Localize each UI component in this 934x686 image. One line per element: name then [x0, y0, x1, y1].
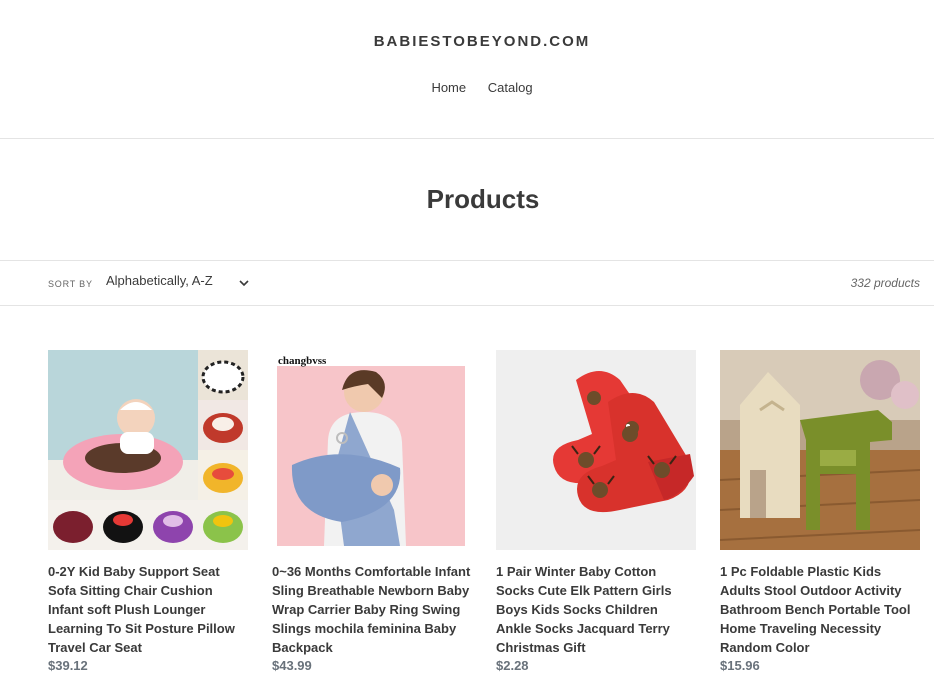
product-image[interactable]: changbvss [272, 350, 472, 550]
product-title[interactable]: 1 Pc Foldable Plastic Kids Adults Stool … [720, 562, 920, 657]
product-card[interactable]: 0-2Y Kid Baby Support Seat Sofa Sitting … [48, 350, 248, 673]
product-title[interactable]: 1 Pair Winter Baby Cotton Socks Cute Elk… [496, 562, 696, 657]
product-price: $15.96 [720, 658, 760, 673]
page-title: Products [426, 184, 540, 214]
product-title[interactable]: 0~36 Months Comfortable Infant Sling Bre… [272, 562, 472, 657]
site-header: BABIESTOBEYOND.COM Home Catalog [0, 0, 934, 139]
product-card[interactable]: changbvss 0~36 Months Comfortable Infant… [272, 350, 472, 673]
product-card[interactable]: 1 Pair Winter Baby Cotton Socks Cute Elk… [496, 350, 696, 673]
product-count: 332 products [850, 276, 920, 290]
product-title[interactable]: 0-2Y Kid Baby Support Seat Sofa Sitting … [48, 562, 248, 657]
sort-select[interactable]: Alphabetically, A-Z [106, 273, 213, 288]
sort-by-label: SORT BY [48, 279, 93, 289]
collection-filters-bar: SORT BY Alphabetically, A-Z 332 products [0, 260, 934, 306]
nav-link-catalog[interactable]: Catalog [488, 80, 533, 95]
nav-link-home[interactable]: Home [431, 80, 466, 95]
product-price: $39.12 [48, 658, 88, 673]
product-image[interactable] [720, 350, 920, 550]
chevron-down-icon[interactable] [237, 276, 251, 290]
product-price: $2.28 [496, 658, 529, 673]
main-nav: Home Catalog [0, 80, 934, 95]
product-image[interactable] [496, 350, 696, 550]
image-watermark: changbvss [278, 355, 327, 367]
product-image[interactable] [48, 350, 248, 550]
product-card[interactable]: 1 Pc Foldable Plastic Kids Adults Stool … [720, 350, 920, 673]
site-logo[interactable]: BABIESTOBEYOND.COM [0, 33, 934, 50]
product-price: $43.99 [272, 658, 312, 673]
